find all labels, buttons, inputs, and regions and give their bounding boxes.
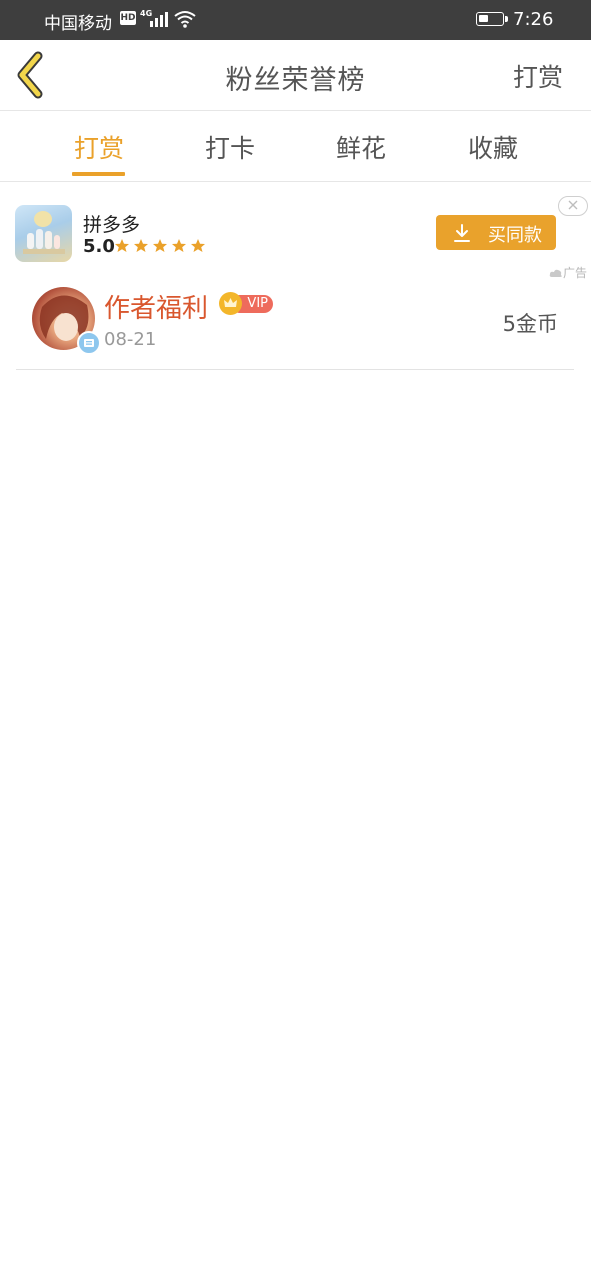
wifi-icon	[174, 11, 196, 28]
app-logo	[15, 205, 72, 262]
close-icon	[568, 200, 578, 210]
page-title: 粉丝荣誉榜	[225, 65, 366, 96]
card-icon	[84, 339, 94, 347]
ad-tag-label: 广告	[563, 266, 588, 280]
star-icon	[115, 239, 129, 252]
cloud-icon	[549, 269, 562, 277]
hd-icon: HD	[120, 11, 136, 25]
tab-reward[interactable]: 打赏	[44, 129, 154, 165]
download-icon	[454, 224, 470, 242]
reward-date: 08-21	[104, 329, 157, 350]
signal-icon	[150, 12, 168, 27]
reward-button[interactable]: 打赏	[513, 58, 563, 94]
level-badge-icon	[77, 331, 101, 355]
reward-amount: 5金币	[502, 312, 558, 336]
ad-banner[interactable]: 拼多多 5.0 买同款 广告	[0, 182, 591, 281]
tab-favorites[interactable]: 收藏	[438, 129, 548, 165]
buy-same-label: 买同款	[488, 225, 542, 246]
star-icon	[191, 239, 205, 252]
active-tab-indicator	[72, 172, 125, 176]
battery-icon	[476, 12, 504, 26]
close-ad-button[interactable]	[558, 196, 588, 216]
star-icon	[134, 239, 148, 252]
vip-badge: VIP	[219, 292, 273, 315]
buy-same-button[interactable]: 买同款	[436, 215, 556, 250]
logo-art	[23, 211, 65, 254]
rating-stars	[115, 239, 205, 252]
battery-cap	[505, 16, 508, 22]
carrier-label: 中国移动	[44, 14, 112, 34]
tab-checkin[interactable]: 打卡	[175, 129, 285, 165]
battery-level	[479, 15, 488, 22]
list-item[interactable]: 作者福利 VIP 08-21 5金币	[16, 280, 574, 370]
app-header: 粉丝荣誉榜 打赏	[0, 40, 591, 111]
crown-icon	[219, 292, 242, 315]
user-name: 作者福利	[104, 294, 209, 324]
clock: 7:26	[513, 9, 554, 30]
ad-tag: 广告	[549, 264, 587, 281]
ad-app-name: 拼多多	[83, 214, 141, 236]
status-bar: 中国移动 HD 4G 7:26	[0, 0, 591, 40]
star-icon	[172, 239, 186, 252]
tab-flowers[interactable]: 鲜花	[306, 129, 416, 165]
ad-rating: 5.0	[83, 236, 115, 257]
star-icon	[153, 239, 167, 252]
